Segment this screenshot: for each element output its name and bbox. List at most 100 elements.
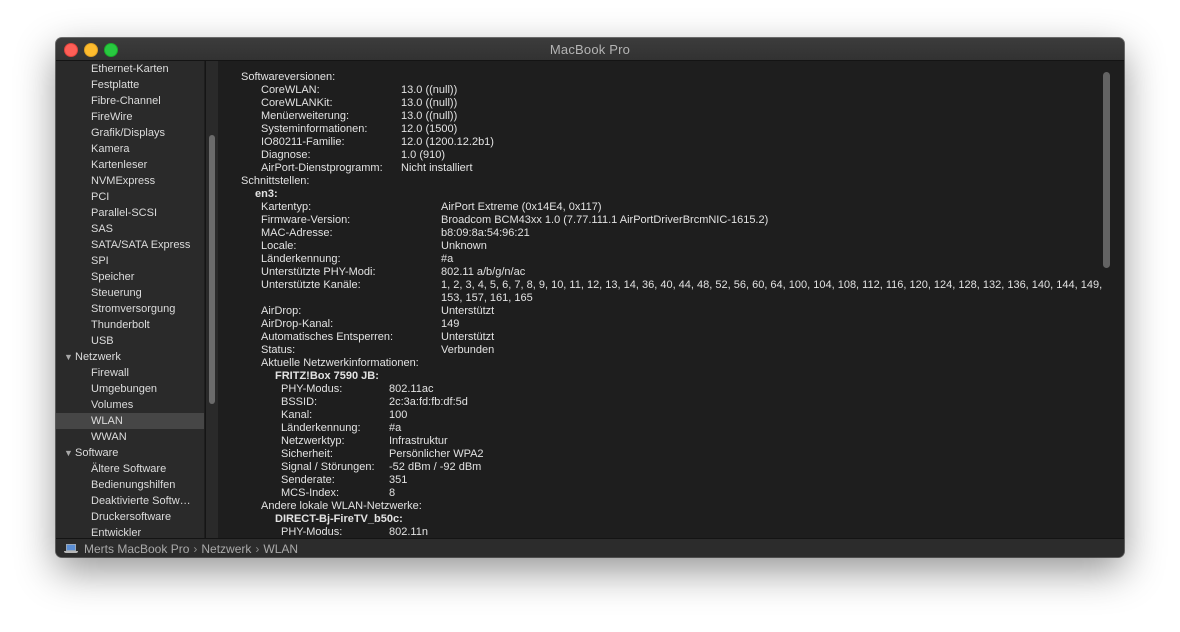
info-key: Kartentyp: (261, 201, 312, 213)
sidebar-item[interactable]: Druckersoftware (56, 509, 204, 525)
detail-scroll-thumb[interactable] (1103, 72, 1110, 268)
sidebar-item[interactable]: WWAN (56, 429, 204, 445)
info-key: Aktuelle Netzwerkinformationen: (261, 357, 419, 369)
info-value: #a (441, 253, 454, 265)
info-value: 8 (389, 487, 396, 499)
sidebar-item[interactable]: Stromversorgung (56, 301, 204, 317)
sidebar-item[interactable]: Fibre-Channel (56, 93, 204, 109)
info-key: Kanal: (281, 409, 313, 421)
sidebar-item[interactable]: Festplatte (56, 77, 204, 93)
info-key: Andere lokale WLAN-Netzwerke: (261, 500, 422, 512)
info-key: Diagnose: (261, 149, 311, 161)
info-value: 13.0 ((null)) (401, 84, 458, 96)
sidebar-group-software[interactable]: ▼ Software (56, 445, 204, 461)
disclosure-triangle-icon[interactable]: ▼ (64, 349, 75, 365)
info-key: Netzwerktyp: (281, 435, 345, 447)
info-value: -52 dBm / -92 dBm (389, 461, 482, 473)
info-value: Unterstützt (441, 305, 495, 317)
laptop-icon (64, 543, 78, 554)
info-key: Systeminformationen: (261, 123, 368, 135)
breadcrumb-separator: › (193, 541, 198, 556)
sidebar-item[interactable]: USB (56, 333, 204, 349)
info-key: MAC-Adresse: (261, 227, 333, 239)
sidebar-item[interactable]: Steuerung (56, 285, 204, 301)
info-value: 2c:3a:fd:fb:df:5d (389, 396, 468, 408)
sidebar-item[interactable]: Firewall (56, 365, 204, 381)
info-value: #a (389, 422, 402, 434)
info-key: Schnittstellen: (241, 175, 310, 187)
sidebar-item[interactable]: SATA/SATA Express (56, 237, 204, 253)
detail-scrollbar[interactable] (1099, 69, 1113, 538)
sidebar-item[interactable]: Umgebungen (56, 381, 204, 397)
sidebar-item[interactable]: FireWire (56, 109, 204, 125)
sidebar-item[interactable]: SAS (56, 221, 204, 237)
info-value: Infrastruktur (389, 435, 448, 447)
info-key: IO80211-Familie: (261, 136, 345, 148)
info-key: en3: (255, 188, 278, 200)
info-key: AirPort-Dienstprogramm: (261, 162, 383, 174)
sidebar-scroll-thumb[interactable] (209, 135, 215, 404)
info-key: AirDrop-Kanal: (261, 318, 334, 330)
title-bar: MacBook Pro (56, 38, 1124, 61)
info-value: 802.11ac (389, 383, 434, 395)
breadcrumb-item[interactable]: WLAN (263, 542, 298, 556)
sidebar-item[interactable]: Entwickler (56, 525, 204, 538)
info-key: Unterstützte Kanäle: (261, 279, 361, 291)
info-value: Unterstützt (441, 331, 495, 343)
sidebar-item[interactable]: WLAN (56, 413, 204, 429)
info-value: Verbunden (441, 344, 495, 356)
sidebar-item[interactable]: Kartenleser (56, 157, 204, 173)
info-key: Automatisches Entsperren: (261, 331, 394, 343)
sidebar-item[interactable]: SPI (56, 253, 204, 269)
sidebar-scrollbar[interactable] (205, 61, 218, 538)
info-key: Signal / Störungen: (281, 461, 375, 473)
sidebar-item[interactable]: Deaktivierte Softw… (56, 493, 204, 509)
sidebar-item[interactable]: NVMExpress (56, 173, 204, 189)
info-value: 12.0 (1200.12.2b1) (401, 136, 494, 148)
info-key: Sicherheit: (281, 448, 333, 460)
sidebar-item[interactable]: Thunderbolt (56, 317, 204, 333)
info-value: 12.0 (1500) (401, 123, 458, 135)
breadcrumb-item[interactable]: Netzwerk (201, 542, 251, 556)
info-key: Menüerweiterung: (261, 110, 350, 122)
window-title: MacBook Pro (549, 42, 631, 57)
info-key: MCS-Index: (281, 487, 340, 499)
sidebar-item[interactable]: Parallel-SCSI (56, 205, 204, 221)
sidebar-item[interactable]: Ethernet-Karten (56, 61, 204, 77)
info-value: 100 (389, 409, 408, 421)
info-key: Länderkennung: (281, 422, 361, 434)
sidebar-item[interactable]: Kamera (56, 141, 204, 157)
sidebar-item[interactable]: Ältere Software (56, 461, 204, 477)
info-key: Softwareversionen: (241, 71, 336, 83)
info-key: Firmware-Version: (261, 214, 351, 226)
info-key: Länderkennung: (261, 253, 341, 265)
info-key: PHY-Modus: (281, 526, 343, 538)
info-value: Unknown (441, 240, 487, 252)
sidebar: Ethernet-Karten Festplatte Fibre-Channel Fi… (56, 61, 204, 538)
detail-pane: Softwareversionen: CoreWLAN: 13.0 ((null))… (218, 61, 1124, 538)
info-key: BSSID: (281, 396, 318, 408)
info-key: CoreWLAN: (261, 84, 320, 96)
sidebar-item[interactable]: Volumes (56, 397, 204, 413)
sidebar-item[interactable]: Speicher (56, 269, 204, 285)
info-value: Nicht installiert (401, 162, 473, 174)
info-value: 802.11 a/b/g/n/ac (441, 266, 526, 278)
info-value: b8:09:8a:54:96:21 (441, 227, 530, 239)
info-value: 1.0 (910) (401, 149, 446, 161)
breadcrumb-item[interactable]: Merts MacBook Pro (84, 542, 189, 556)
info-key: Unterstützte PHY-Modi: (261, 266, 376, 278)
info-value: Broadcom BCM43xx 1.0 (7.77.111.1 AirPort… (441, 214, 769, 226)
sidebar-item[interactable]: PCI (56, 189, 204, 205)
path-bar: Merts MacBook Pro › Netzwerk › WLAN (56, 538, 1124, 557)
sidebar-item[interactable]: Bedienungshilfen (56, 477, 204, 493)
info-key: DIRECT-Bj-FireTV_b50c: (275, 513, 403, 525)
info-value: 802.11n (389, 526, 428, 538)
sidebar-item[interactable]: Grafik/Displays (56, 125, 204, 141)
sidebar-group-label: Netzwerk (75, 351, 121, 363)
info-value: Persönlicher WPA2 (389, 448, 484, 460)
breadcrumb-separator: › (255, 541, 260, 556)
info-key: AirDrop: (261, 305, 302, 317)
disclosure-triangle-icon[interactable]: ▼ (64, 445, 75, 461)
info-key: Senderate: (281, 474, 335, 486)
sidebar-group-netzwerk[interactable]: ▼ Netzwerk (56, 349, 204, 365)
